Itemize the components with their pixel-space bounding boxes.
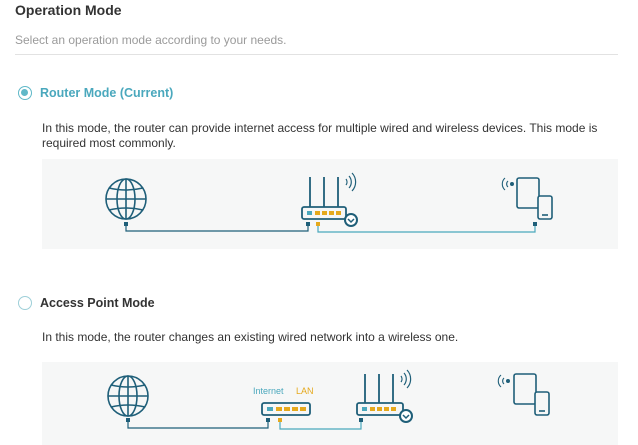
globe-icon xyxy=(105,178,147,220)
page-subtitle: Select an operation mode according to yo… xyxy=(15,33,287,47)
internet-label: Internet xyxy=(253,386,284,396)
router-icon xyxy=(301,172,358,227)
divider xyxy=(15,54,618,55)
wireless-devices-icon xyxy=(497,373,550,416)
page-title: Operation Mode xyxy=(15,2,122,18)
access-point-mode-label[interactable]: Access Point Mode xyxy=(40,296,155,310)
modem-icon xyxy=(261,402,311,416)
access-point-mode-option[interactable]: Access Point Mode xyxy=(18,296,155,310)
access-point-mode-description: In this mode, the router changes an exis… xyxy=(42,330,459,344)
router-mode-diagram xyxy=(42,159,618,249)
router-mode-radio[interactable] xyxy=(18,86,32,100)
router-icon xyxy=(356,369,413,423)
router-mode-label[interactable]: Router Mode (Current) xyxy=(40,86,173,100)
globe-icon xyxy=(107,375,149,417)
lan-label: LAN xyxy=(296,386,314,396)
router-mode-option[interactable]: Router Mode (Current) xyxy=(18,86,173,100)
router-mode-description: In this mode, the router can provide int… xyxy=(42,121,598,150)
access-point-mode-radio[interactable] xyxy=(18,296,32,310)
wireless-devices-icon xyxy=(501,177,553,220)
access-point-mode-diagram: Internet LAN xyxy=(42,362,618,445)
